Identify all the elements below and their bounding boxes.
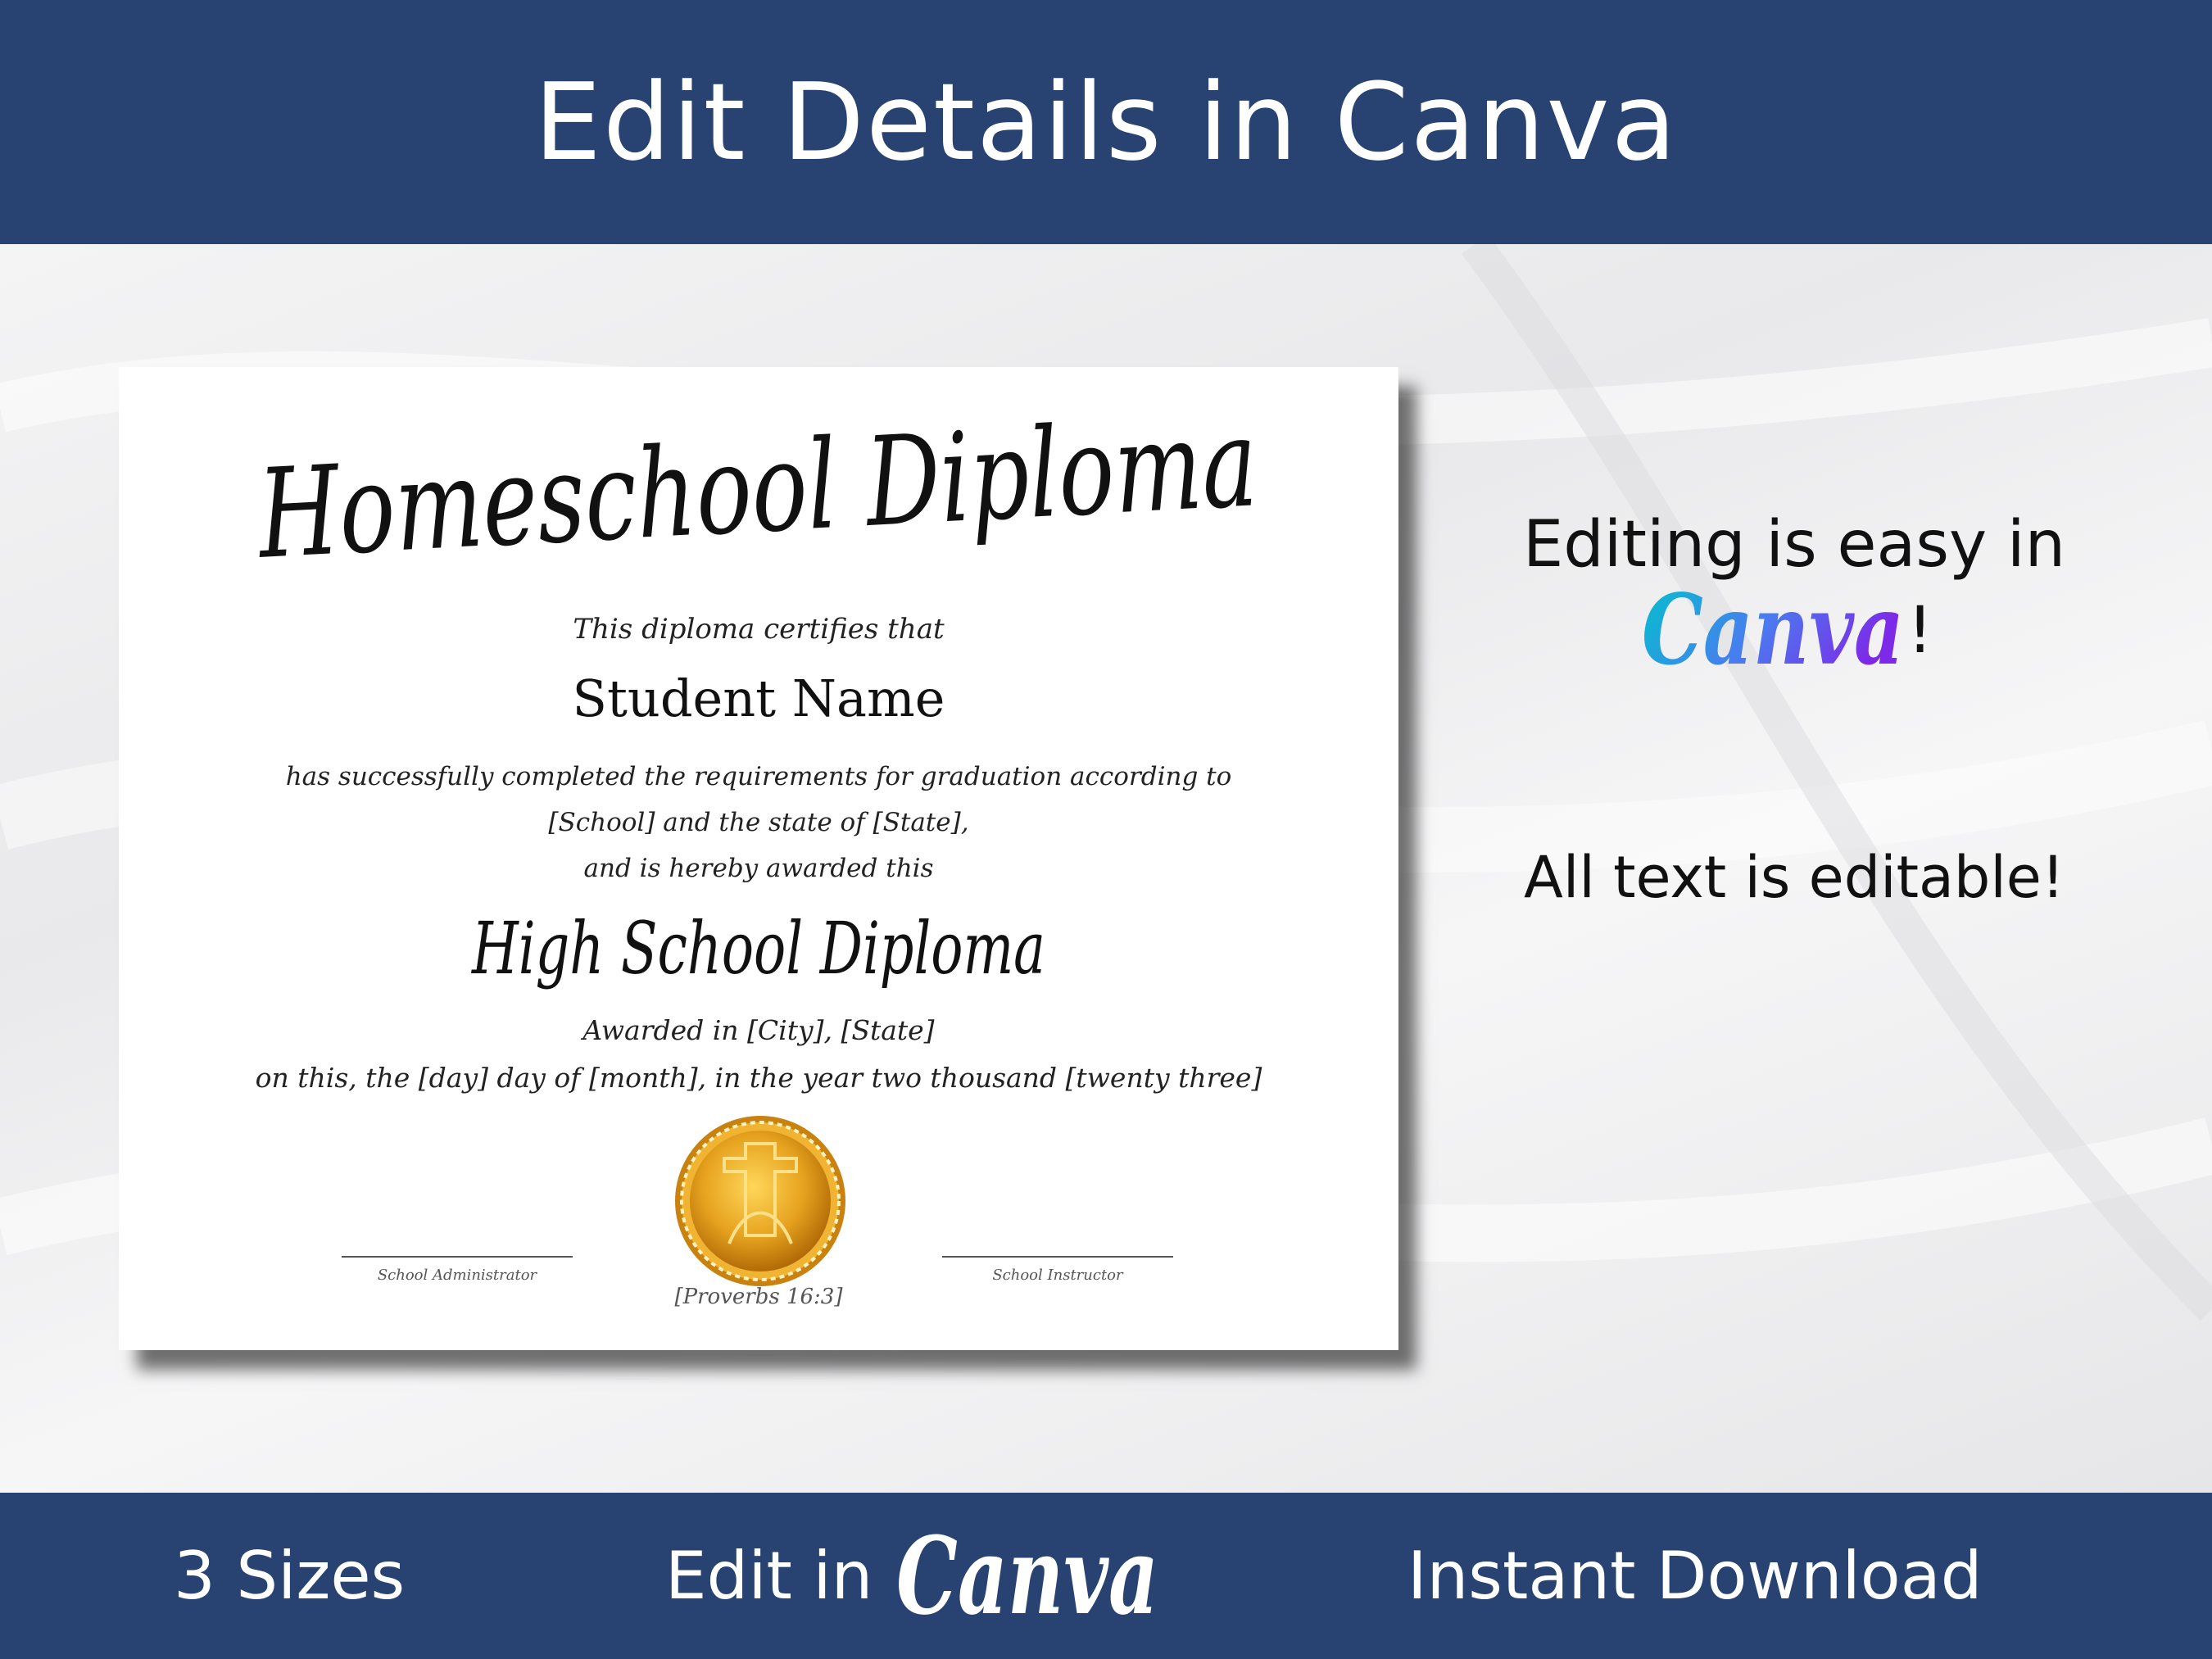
certifies-text: This diploma certifies that <box>573 613 945 646</box>
editing-easy-text: Editing is easy in <box>1522 508 2066 582</box>
bottom-banner: 3 Sizes Edit in Canva Instant Download <box>0 1493 2212 1659</box>
canva-logo-icon: Canva <box>1642 573 1904 687</box>
student-name: Student Name <box>572 669 945 728</box>
diploma-preview: Homeschool Diploma This diploma certifie… <box>119 367 1398 1350</box>
exclamation-mark: ! <box>1907 594 1933 668</box>
signature-label-left: School Administrator <box>377 1267 537 1284</box>
signature-line-left <box>342 1256 573 1258</box>
svg-text:Canva: Canva <box>896 1513 1158 1639</box>
all-text-editable: All text is editable! <box>1524 844 2065 911</box>
body-line-3: and is hereby awarded this <box>583 854 934 883</box>
svg-text:Homeschool Diploma: Homeschool Diploma <box>253 408 1261 587</box>
canva-logo-white-icon: Canva <box>896 1513 1158 1639</box>
signature-line-right <box>942 1256 1173 1258</box>
body-line-1: has successfully completed the requireme… <box>285 762 1232 791</box>
svg-text:High School Diploma: High School Diploma <box>471 906 1045 990</box>
instant-download-label: Instant Download <box>1407 1538 1983 1614</box>
date-line: on this, the [day] day of [month], in th… <box>255 1062 1262 1094</box>
verse-text: [Proverbs 16:3] <box>674 1285 843 1309</box>
svg-text:Canva: Canva <box>1642 573 1904 687</box>
awarded-in-text: Awarded in [City], [State] <box>582 1014 935 1046</box>
page-title: Edit Details in Canva <box>533 60 1679 184</box>
edit-in-label: Edit in <box>665 1538 873 1614</box>
signature-label-right: School Instructor <box>992 1267 1123 1284</box>
diploma-subtitle: High School Diploma <box>471 906 1045 990</box>
top-banner: Edit Details in Canva <box>0 0 2212 244</box>
diploma-title: Homeschool Diploma <box>253 408 1261 587</box>
gold-seal-icon <box>675 1116 845 1286</box>
body-line-2: [School] and the state of [State], <box>548 808 969 837</box>
sizes-label: 3 Sizes <box>174 1538 406 1614</box>
